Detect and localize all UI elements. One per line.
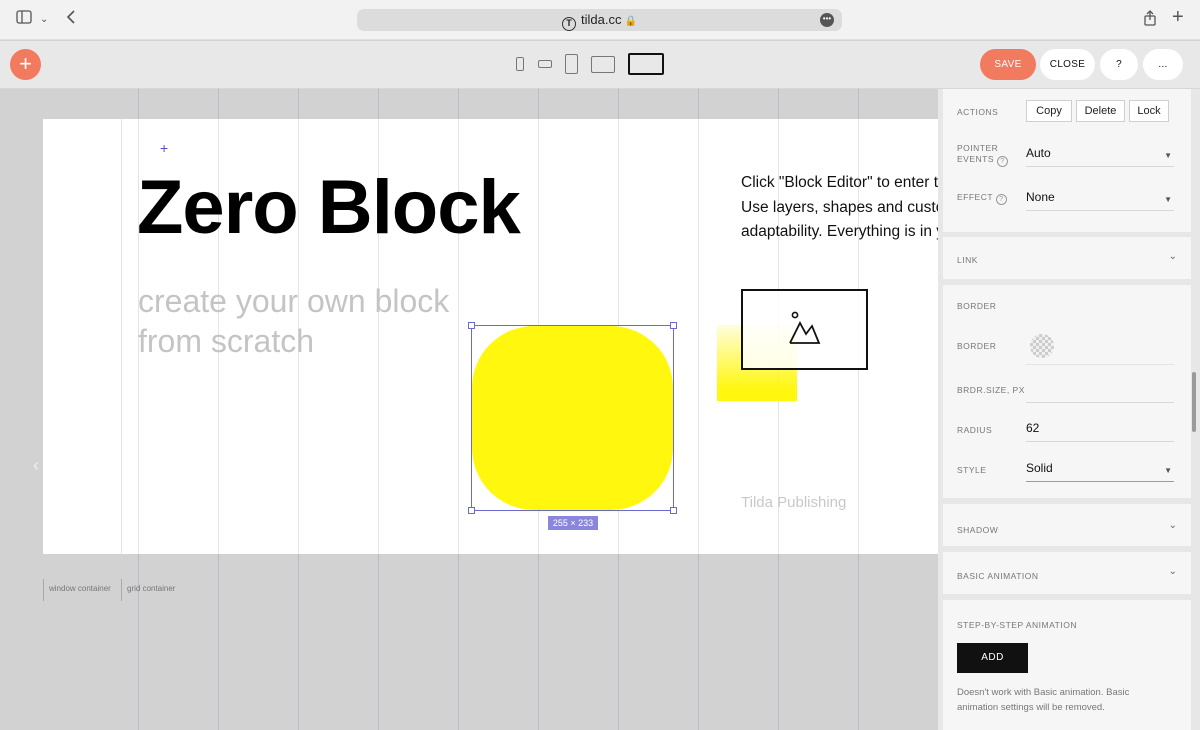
editor-toolbar: + SAVE CLOSE ? ... xyxy=(0,41,1200,89)
description-text[interactable]: Click "Block Editor" to enter t Use laye… xyxy=(741,171,941,245)
chevron-left-icon[interactable]: ‹ xyxy=(33,455,39,476)
border-color-label: BORDER xyxy=(957,341,997,351)
device-tablet-horizontal-icon[interactable] xyxy=(591,56,615,73)
more-options-button[interactable]: ... xyxy=(1143,49,1183,80)
close-button[interactable]: CLOSE xyxy=(1040,49,1095,80)
border-size-label: BRDR.SIZE, PX xyxy=(957,385,1025,395)
border-style-value: Solid xyxy=(1026,461,1053,475)
step-animation-label: STEP-BY-STEP ANIMATION xyxy=(957,620,1077,630)
shadow-label: SHADOW xyxy=(957,525,999,535)
zero-block-title[interactable]: Zero Block xyxy=(137,164,521,251)
page-menu-icon[interactable]: ••• xyxy=(820,13,834,27)
resize-handle[interactable] xyxy=(468,507,475,514)
save-button[interactable]: SAVE xyxy=(980,49,1036,80)
lock-icon: 🔒 xyxy=(624,16,637,27)
description-line: adaptability. Everything is in your hand… xyxy=(741,223,941,240)
border-color-field xyxy=(1026,343,1174,365)
device-phone-vertical-icon[interactable] xyxy=(516,57,524,71)
effect-label-text: EFFECT xyxy=(957,192,993,202)
description-line: Click "Block Editor" to enter t xyxy=(741,174,939,191)
delete-button[interactable]: Delete xyxy=(1076,100,1125,122)
panel-scrollbar[interactable] xyxy=(1192,372,1196,432)
dropdown-caret-icon: ▼ xyxy=(1164,151,1172,160)
publisher-text[interactable]: Tilda Publishing xyxy=(741,494,846,511)
subtitle-text[interactable]: create your own block from scratch xyxy=(138,281,468,361)
browser-bar: ⌄ Ttilda.cc 🔒 ••• + xyxy=(0,0,1200,40)
pointer-events-label-line: POINTER xyxy=(957,143,999,153)
share-icon[interactable] xyxy=(1143,10,1157,32)
actions-label: ACTIONS xyxy=(957,107,999,117)
step-animation-card: STEP-BY-STEP ANIMATION ADD Doesn't work … xyxy=(943,600,1191,730)
style-label: STYLE xyxy=(957,465,987,475)
help-icon[interactable]: ? xyxy=(995,194,1007,205)
border-style-select[interactable]: Solid ▼ xyxy=(1026,460,1174,482)
back-icon[interactable] xyxy=(66,10,76,30)
resize-handle[interactable] xyxy=(670,507,677,514)
origin-plus-icon: + xyxy=(160,140,169,156)
shadow-section[interactable]: SHADOW ⌄ xyxy=(943,504,1191,546)
pointer-events-value: Auto xyxy=(1026,146,1051,160)
border-section-label: BORDER xyxy=(957,301,997,311)
pointer-events-select[interactable]: Auto ▼ xyxy=(1026,145,1174,167)
actions-card: ACTIONS Copy Delete Lock POINTER EVENTS … xyxy=(943,89,1191,232)
selection-frame xyxy=(471,325,674,511)
device-phone-horizontal-icon[interactable] xyxy=(538,60,552,68)
link-section[interactable]: LINK ⌄ xyxy=(943,237,1191,279)
image-placeholder[interactable] xyxy=(741,289,868,370)
device-tablet-vertical-icon[interactable] xyxy=(565,54,578,74)
resize-handle[interactable] xyxy=(670,322,677,329)
basic-animation-label: BASIC ANIMATION xyxy=(957,571,1039,581)
pointer-events-label: POINTER EVENTS ? xyxy=(957,143,1008,167)
address-bar[interactable]: Ttilda.cc 🔒 ••• xyxy=(357,9,842,31)
add-animation-button[interactable]: ADD xyxy=(957,643,1028,673)
grid-container-label[interactable]: grid container xyxy=(121,579,175,601)
border-size-input[interactable] xyxy=(1026,381,1174,403)
settings-panel: ACTIONS Copy Delete Lock POINTER EVENTS … xyxy=(938,89,1200,730)
chevron-down-icon[interactable]: ⌄ xyxy=(40,10,48,30)
dropdown-caret-icon: ▼ xyxy=(1164,466,1172,475)
site-logo-icon: T xyxy=(562,17,577,31)
artboard-grid-line xyxy=(698,119,699,554)
chevron-down-icon: ⌄ xyxy=(1168,566,1177,577)
effect-value: None xyxy=(1026,190,1055,204)
url-text: tilda.cc xyxy=(581,12,622,27)
chevron-down-icon: ⌄ xyxy=(1168,251,1177,262)
container-divider xyxy=(121,119,122,554)
device-desktop-icon[interactable] xyxy=(628,53,664,75)
border-card: BORDER BORDER BRDR.SIZE, PX RADIUS 62 ST… xyxy=(943,285,1191,498)
image-placeholder-icon xyxy=(789,311,821,344)
basic-animation-section[interactable]: BASIC ANIMATION ⌄ xyxy=(943,552,1191,594)
add-element-button[interactable]: + xyxy=(10,49,41,80)
help-button[interactable]: ? xyxy=(1100,49,1138,80)
link-label: LINK xyxy=(957,255,978,265)
dropdown-caret-icon: ▼ xyxy=(1164,195,1172,204)
effect-label: EFFECT ? xyxy=(957,192,1007,205)
new-tab-icon[interactable]: + xyxy=(1172,7,1184,27)
help-icon[interactable]: ? xyxy=(996,156,1008,167)
size-label: 255 × 233 xyxy=(548,516,598,530)
sidebar-toggle-icon[interactable] xyxy=(16,10,32,30)
radius-label: RADIUS xyxy=(957,425,993,435)
effect-select[interactable]: None ▼ xyxy=(1026,189,1174,211)
window-container-label[interactable]: window container xyxy=(43,579,111,601)
chevron-down-icon: ⌄ xyxy=(1168,520,1177,531)
resize-handle[interactable] xyxy=(468,322,475,329)
animation-note: Doesn't work with Basic animation. Basic… xyxy=(957,687,1130,713)
radius-input[interactable]: 62 xyxy=(1026,420,1174,442)
pointer-events-label-line: EVENTS xyxy=(957,154,995,164)
lock-button[interactable]: Lock xyxy=(1129,100,1169,122)
description-line: Use layers, shapes and custo xyxy=(741,198,941,216)
copy-button[interactable]: Copy xyxy=(1026,100,1072,122)
